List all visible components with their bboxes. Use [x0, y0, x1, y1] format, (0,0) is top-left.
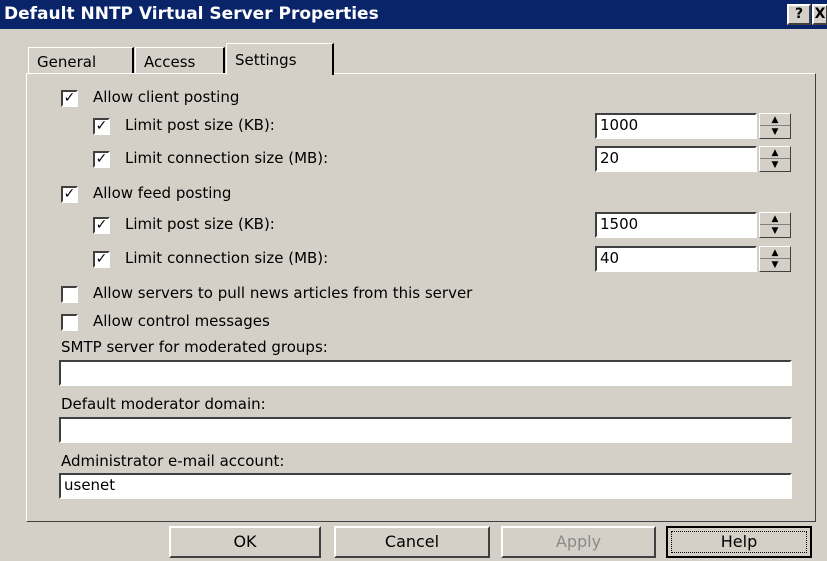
- spin-up-icon[interactable]: ▲: [760, 247, 790, 259]
- spin-down-icon[interactable]: ▼: [760, 225, 790, 237]
- spin-up-icon[interactable]: ▲: [760, 213, 790, 225]
- ok-button[interactable]: OK: [169, 526, 321, 558]
- client-limit-conn-input[interactable]: 20: [595, 146, 757, 172]
- client-limit-post-input[interactable]: 1000: [595, 113, 757, 139]
- spin-down-icon[interactable]: ▼: [760, 126, 790, 138]
- feed-limit-post-checkbox[interactable]: ✓: [93, 217, 110, 234]
- check-icon: ✓: [63, 90, 76, 106]
- client-limit-post-label: Limit post size (KB):: [125, 116, 275, 134]
- allow-feed-posting-label: Allow feed posting: [93, 184, 232, 202]
- client-limit-conn-spinner[interactable]: ▲ ▼: [759, 146, 791, 172]
- close-icon[interactable]: X: [812, 4, 827, 25]
- admin-email-input[interactable]: usenet: [59, 473, 792, 499]
- client-limit-post-checkbox[interactable]: ✓: [93, 118, 110, 135]
- smtp-server-input[interactable]: [59, 360, 792, 386]
- feed-limit-post-label: Limit post size (KB):: [125, 215, 275, 233]
- feed-limit-conn-checkbox[interactable]: ✓: [93, 251, 110, 268]
- smtp-server-label: SMTP server for moderated groups:: [61, 338, 328, 356]
- client-limit-post-spinner[interactable]: ▲ ▼: [759, 113, 791, 139]
- allow-pull-checkbox[interactable]: [61, 286, 78, 303]
- client-limit-conn-checkbox[interactable]: ✓: [93, 151, 110, 168]
- cancel-button[interactable]: Cancel: [334, 526, 490, 558]
- moderator-domain-input[interactable]: [59, 417, 792, 443]
- check-icon: ✓: [95, 118, 108, 134]
- feed-limit-conn-label: Limit connection size (MB):: [125, 249, 329, 267]
- feed-limit-post-input[interactable]: 1500: [595, 212, 757, 238]
- spin-up-icon[interactable]: ▲: [760, 147, 790, 159]
- spin-down-icon[interactable]: ▼: [760, 159, 790, 171]
- tab-settings[interactable]: Settings: [226, 43, 334, 75]
- help-button[interactable]: Help: [666, 526, 812, 558]
- check-icon: ✓: [95, 151, 108, 167]
- title-bar[interactable]: Default NNTP Virtual Server Properties ?…: [0, 0, 827, 29]
- tab-general[interactable]: General: [28, 47, 134, 74]
- feed-limit-conn-spinner[interactable]: ▲ ▼: [759, 246, 791, 272]
- window-title: Default NNTP Virtual Server Properties: [4, 4, 379, 24]
- check-icon: ✓: [95, 251, 108, 267]
- allow-control-label: Allow control messages: [93, 312, 270, 330]
- feed-limit-conn-input[interactable]: 40: [595, 246, 757, 272]
- allow-client-posting-checkbox[interactable]: ✓: [61, 90, 78, 107]
- nntp-properties-dialog: Default NNTP Virtual Server Properties ?…: [0, 0, 827, 561]
- admin-email-label: Administrator e-mail account:: [61, 452, 285, 470]
- check-icon: ✓: [63, 186, 76, 202]
- allow-control-checkbox[interactable]: [61, 314, 78, 331]
- check-icon: ✓: [95, 217, 108, 233]
- moderator-domain-label: Default moderator domain:: [61, 395, 266, 413]
- allow-feed-posting-checkbox[interactable]: ✓: [61, 186, 78, 203]
- tab-access[interactable]: Access: [135, 47, 225, 74]
- help-title-button[interactable]: ?: [787, 4, 811, 25]
- allow-client-posting-label: Allow client posting: [93, 88, 240, 106]
- feed-limit-post-spinner[interactable]: ▲ ▼: [759, 212, 791, 238]
- spin-down-icon[interactable]: ▼: [760, 259, 790, 271]
- spin-up-icon[interactable]: ▲: [760, 114, 790, 126]
- allow-pull-label: Allow servers to pull news articles from…: [93, 284, 473, 302]
- client-limit-conn-label: Limit connection size (MB):: [125, 149, 329, 167]
- apply-button[interactable]: Apply: [501, 526, 656, 558]
